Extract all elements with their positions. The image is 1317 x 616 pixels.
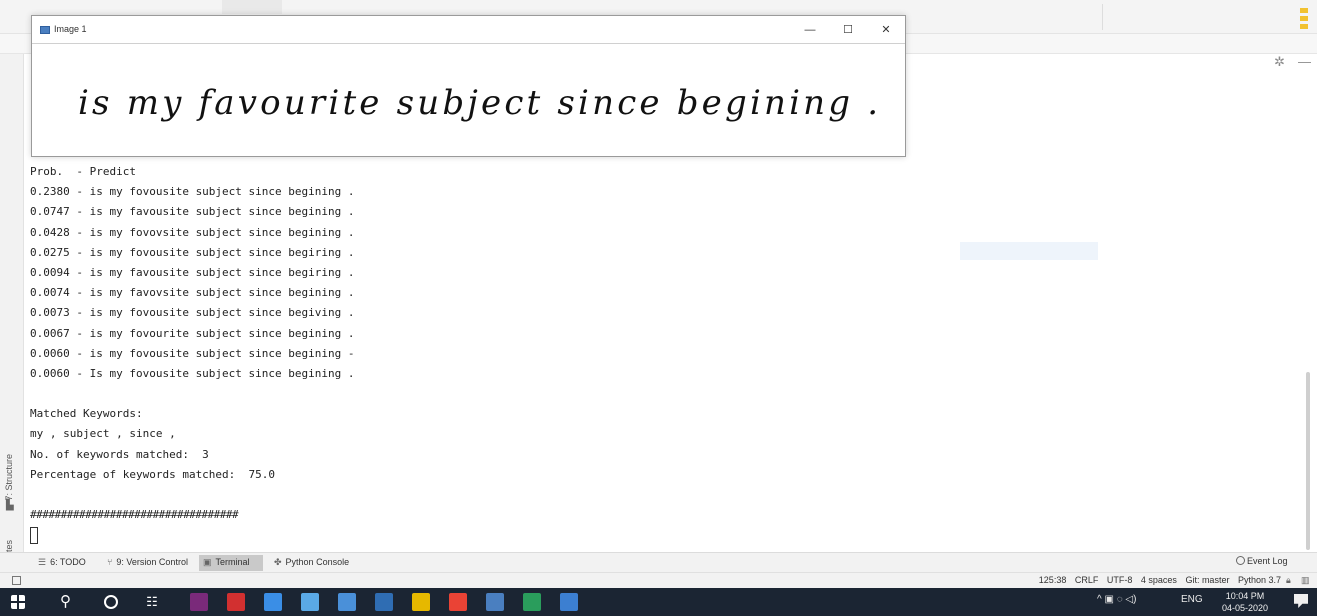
run-window-settings: ✲ — [1270, 54, 1317, 72]
prediction-line: 0.2380 - is my fovousite subject since b… [30, 185, 355, 199]
event-log-button[interactable]: Event Log [1236, 556, 1288, 566]
gear-icon[interactable]: ✲ [1274, 54, 1285, 70]
start-icon[interactable] [11, 595, 25, 609]
event-log-icon [1236, 556, 1245, 565]
taskbar-app-icon[interactable] [301, 593, 319, 611]
taskbar-app-icon[interactable] [227, 593, 245, 611]
line-separator[interactable]: CRLF [1075, 575, 1099, 585]
language-indicator[interactable]: ENG [1181, 594, 1203, 605]
python-console-tab[interactable]: ✤ Python Console [270, 555, 353, 571]
hide-panel-icon[interactable]: — [1298, 54, 1311, 69]
version-control-tab[interactable]: ⑂ 9: Version Control [103, 555, 192, 571]
todo-tab[interactable]: ☰ 6: TODO [34, 555, 90, 571]
clock-date: 04-05-2020 [1221, 603, 1269, 613]
clock-time: 10:04 PM [1225, 591, 1265, 601]
keyword-count: No. of keywords matched: 3 [30, 447, 209, 461]
task-view-icon[interactable]: ☷ [143, 593, 161, 611]
taskbar-app-icon[interactable] [412, 593, 430, 611]
cortana-icon[interactable] [104, 595, 118, 609]
memory-indicator-icon[interactable]: ▥ [1301, 575, 1310, 586]
image-app-icon [40, 26, 50, 34]
faint-tooltip [960, 242, 1098, 260]
prediction-line: 0.0060 - is my fovousite subject since b… [30, 346, 355, 360]
caret-position[interactable]: 125:38 [1039, 575, 1067, 585]
matched-keywords-list: my , subject , since , [30, 427, 176, 441]
desktop-screen: ✲ — 7: Structure ▙ 2: Favorites ★ Prob. … [0, 0, 1317, 616]
matched-keywords-label: Matched Keywords: [30, 407, 143, 421]
branch-icon: ⑂ [107, 557, 113, 567]
taskbar-app-icon[interactable] [264, 593, 282, 611]
structure-tab[interactable]: 7: Structure [4, 454, 18, 501]
structure-icon: ▙ [6, 500, 14, 511]
prediction-line: 0.0094 - is my favousite subject since b… [30, 265, 355, 279]
taskbar-app-icon[interactable] [375, 593, 393, 611]
taskbar-app-icon[interactable] [190, 593, 208, 611]
prediction-line: 0.0060 - Is my fovousite subject since b… [30, 366, 355, 380]
handwriting-image: is my favourite subject since begining . [78, 83, 878, 123]
close-button[interactable]: ✕ [868, 20, 904, 40]
terminal-tab[interactable]: ▣ Terminal [199, 555, 263, 571]
run-indicator-icon[interactable] [1300, 8, 1308, 30]
file-encoding[interactable]: UTF-8 [1107, 575, 1133, 585]
taskbar-app-icon[interactable] [560, 593, 578, 611]
run-console-output: Prob. - Predict 0.2380 - is my fovousite… [30, 162, 730, 546]
lock-icon[interactable]: 🔒︎ [1286, 575, 1291, 586]
taskbar-app-icon[interactable] [523, 593, 541, 611]
editor-tab[interactable] [222, 0, 282, 14]
minimize-button[interactable]: — [792, 20, 828, 40]
python-icon: ✤ [274, 557, 282, 567]
notification-icon[interactable] [1294, 594, 1308, 608]
indent-setting[interactable]: 4 spaces [1141, 575, 1177, 585]
prediction-line: 0.0747 - is my favousite subject since b… [30, 205, 355, 219]
text-cursor[interactable] [30, 526, 38, 544]
python-interpreter[interactable]: Python 3.7 [1238, 575, 1281, 585]
tray-icons[interactable]: ^ ▣ ◌ ◁) [1097, 594, 1136, 605]
image-window-title: Image 1 [54, 24, 87, 34]
console-scrollbar[interactable] [1306, 372, 1310, 550]
prediction-line: 0.0428 - is my fovovsite subject since b… [30, 225, 355, 239]
image-window[interactable]: Image 1 — ☐ ✕ is my favourite subject si… [31, 15, 906, 157]
tool-window-bar: ☰ 6: TODO ⑂ 9: Version Control ▣ Terminal ✤… [0, 552, 1317, 572]
layout-icon[interactable] [12, 576, 21, 585]
left-tool-strip: 7: Structure ▙ 2: Favorites ★ [0, 54, 24, 589]
search-icon[interactable]: ⚲ [60, 593, 78, 611]
handwritten-sentence: is my favourite subject since begining . [78, 83, 878, 123]
taskbar-app-icon[interactable] [486, 593, 504, 611]
keyword-percentage: Percentage of keywords matched: 75.0 [30, 467, 276, 481]
console-header: Prob. - Predict [30, 165, 136, 178]
terminal-icon: ▣ [203, 557, 212, 567]
clock[interactable]: 10:04 PM 04-05-2020 [1215, 590, 1275, 614]
maximize-button[interactable]: ☐ [830, 20, 866, 40]
windows-taskbar: ⚲ ☷ ^ ▣ ◌ ◁) ENG 10:04 PM 04-05-2020 [0, 588, 1317, 616]
prediction-line: 0.0073 - is my fovousite subject since b… [30, 306, 355, 320]
toolbar-divider [1102, 4, 1103, 30]
separator-line: ################################## [30, 508, 239, 522]
image-window-titlebar[interactable]: Image 1 — ☐ ✕ [32, 16, 905, 44]
prediction-line: 0.0074 - is my favovsite subject since b… [30, 286, 355, 300]
git-branch[interactable]: Git: master [1185, 575, 1229, 585]
status-bar: 125:38 CRLF UTF-8 4 spaces Git: master P… [0, 572, 1317, 588]
prediction-line: 0.0067 - is my fovourite subject since b… [30, 326, 355, 340]
taskbar-app-icon[interactable] [449, 593, 467, 611]
prediction-line: 0.0275 - is my fovousite subject since b… [30, 245, 355, 259]
taskbar-app-icon[interactable] [338, 593, 356, 611]
list-icon: ☰ [38, 557, 47, 567]
